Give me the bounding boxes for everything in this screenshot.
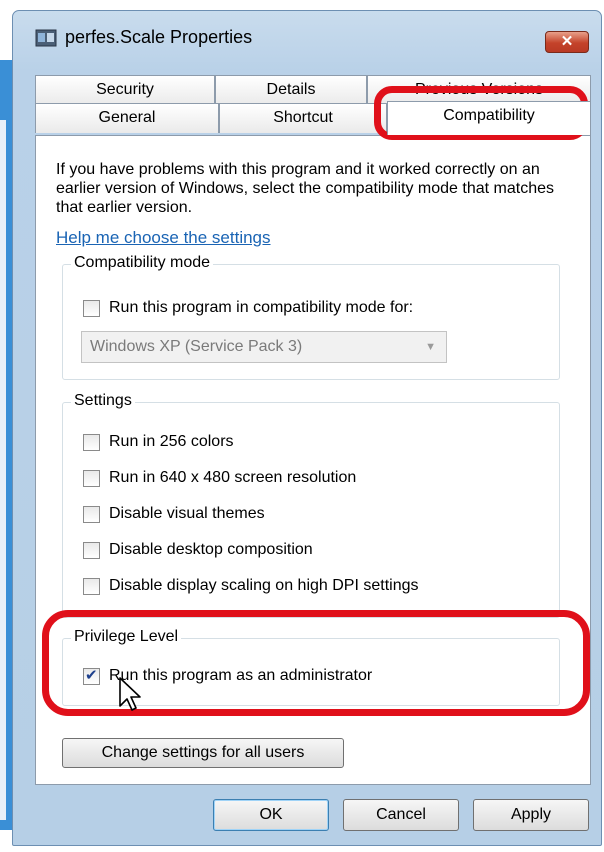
close-icon: ✕ [560, 33, 574, 50]
tab-shortcut[interactable]: Shortcut [219, 103, 387, 133]
setting-item-visual-themes[interactable]: Disable visual themes [83, 505, 265, 523]
setting-item-256-colors[interactable]: Run in 256 colors [83, 433, 234, 451]
compat-mode-option[interactable]: Run this program in compatibility mode f… [83, 299, 413, 317]
title-bar[interactable]: perfes.Scale Properties ✕ [13, 11, 601, 67]
setting-label: Disable visual themes [109, 505, 265, 522]
compat-mode-checkbox[interactable] [83, 299, 100, 317]
compatibility-mode-label: Compatibility mode [71, 254, 214, 272]
settings-group: Settings Run in 256 colors Run in 640 x … [62, 392, 560, 618]
mouse-cursor-icon [119, 677, 141, 711]
compatibility-mode-group: Compatibility mode Run this program in c… [62, 254, 560, 380]
setting-label: Run in 640 x 480 screen resolution [109, 469, 357, 486]
tab-general[interactable]: General [35, 103, 219, 133]
apply-button[interactable]: Apply [473, 799, 589, 831]
setting-label: Disable desktop composition [109, 541, 313, 558]
properties-dialog: perfes.Scale Properties ✕ Security Detai… [12, 10, 602, 846]
ok-button[interactable]: OK [213, 799, 329, 831]
setting-checkbox[interactable] [83, 541, 100, 559]
run-as-admin-checkbox[interactable] [83, 666, 100, 685]
tab-security[interactable]: Security [35, 75, 215, 105]
app-icon [35, 29, 57, 47]
setting-item-640x480[interactable]: Run in 640 x 480 screen resolution [83, 469, 356, 487]
compat-mode-select[interactable]: Windows XP (Service Pack 3) ▼ [81, 331, 447, 363]
compat-mode-checkbox-label: Run this program in compatibility mode f… [109, 299, 414, 316]
close-button[interactable]: ✕ [545, 31, 589, 53]
tab-compatibility[interactable]: Compatibility [387, 101, 591, 135]
setting-label: Run in 256 colors [109, 433, 234, 450]
compat-mode-select-value: Windows XP (Service Pack 3) [90, 338, 303, 355]
background-window-strip [0, 60, 12, 830]
setting-item-dpi-scaling[interactable]: Disable display scaling on high DPI sett… [83, 577, 419, 595]
tab-details[interactable]: Details [215, 75, 367, 105]
settings-label: Settings [71, 392, 135, 410]
run-as-admin-label: Run this program as an administrator [109, 667, 373, 684]
setting-item-desktop-composition[interactable]: Disable desktop composition [83, 541, 313, 559]
chevron-down-icon: ▼ [425, 341, 436, 353]
intro-text: If you have problems with this program a… [56, 161, 554, 216]
help-link[interactable]: Help me choose the settings [56, 228, 271, 248]
change-settings-all-users-button[interactable]: Change settings for all users [62, 738, 344, 768]
setting-checkbox[interactable] [83, 505, 100, 523]
setting-checkbox[interactable] [83, 433, 100, 451]
setting-checkbox[interactable] [83, 577, 100, 595]
setting-checkbox[interactable] [83, 469, 100, 487]
window-title: perfes.Scale Properties [65, 27, 253, 47]
tab-strip: Security Details Previous Versions Gener… [35, 73, 591, 137]
cancel-button[interactable]: Cancel [343, 799, 459, 831]
setting-label: Disable display scaling on high DPI sett… [109, 577, 419, 594]
privilege-level-label: Privilege Level [71, 628, 182, 646]
